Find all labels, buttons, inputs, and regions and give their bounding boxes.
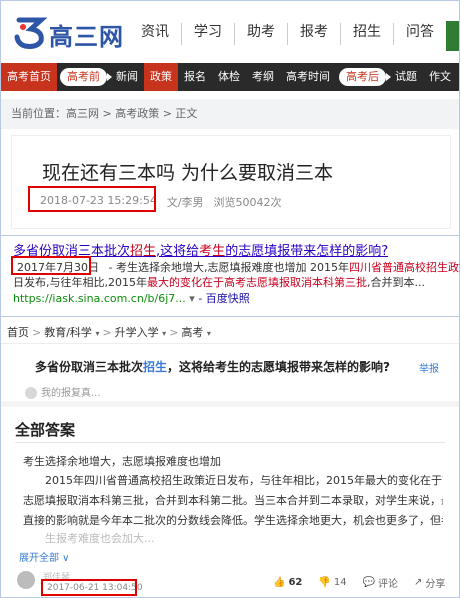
channel-group-after[interactable]: 高考后 xyxy=(339,68,391,86)
channel-policy[interactable]: 政策 xyxy=(144,63,178,91)
crumb-home[interactable]: 首页 xyxy=(7,326,29,339)
top-nav-item[interactable]: 问答 xyxy=(394,23,446,45)
thumbs-up-icon: 👍 xyxy=(273,577,286,588)
like-button[interactable]: 👍 62 xyxy=(273,575,302,590)
site-header: 高三网 资讯 学习 助考 报考 招生 问答 试 xyxy=(1,1,459,61)
chevron-down-icon[interactable]: ▾ xyxy=(162,329,166,338)
top-nav-item[interactable]: 助考 xyxy=(235,23,288,45)
expand-all-button[interactable]: 展开全部 ∨ xyxy=(19,549,70,564)
chevron-down-icon[interactable]: ▾ xyxy=(95,329,99,338)
screenshot-collage: 高三网 资讯 学习 助考 报考 招生 问答 试 高考首页 高考前 新闻 政策 报… xyxy=(0,0,460,598)
channel-exam-time[interactable]: 高考时间 xyxy=(280,63,336,91)
top-nav-item[interactable]: 学习 xyxy=(182,23,235,45)
top-nav-item[interactable]: 资讯 xyxy=(129,23,182,45)
article-author: 文/李男 xyxy=(166,196,204,209)
divider xyxy=(15,442,445,443)
highlight-box-result-date xyxy=(11,256,91,275)
channel-papers[interactable]: 试题 xyxy=(389,63,423,91)
search-result-url-line: https://iask.sina.com.cn/b/6j7... ▾ - 百度… xyxy=(13,291,250,306)
answer-line-faded: 生报考难度也会加大... xyxy=(23,532,155,545)
avatar xyxy=(25,387,37,399)
channel-home[interactable]: 高考首页 xyxy=(1,63,57,91)
site-logo-text: 高三网 xyxy=(49,23,124,51)
my-answer-line[interactable]: 我的报复真... xyxy=(25,384,101,399)
thumbs-down-icon: 👎 xyxy=(318,577,331,588)
report-link[interactable]: 举报 xyxy=(419,360,439,375)
search-result-panel: 多省份取消三本批次招生,这将给考生的志愿填报带来怎样的影响? 2017年7月30… xyxy=(1,235,460,313)
channel-nav: 高考首页 高考前 新闻 政策 报名 体检 考纲 高考时间 高考后 试题 作文 xyxy=(1,63,459,91)
answer-lead: 考生选择余地增大，志愿填报难度也增加 xyxy=(23,455,221,468)
crumb-admission[interactable]: 升学入学 xyxy=(115,326,159,339)
gaosan-article-panel: 高三网 资讯 学习 助考 报考 招生 问答 试 高考首页 高考前 新闻 政策 报… xyxy=(1,1,459,233)
share-button[interactable]: ↗ 分享 xyxy=(414,575,445,590)
question-title: 多省份取消三本批次招生，这将给考生的志愿填报带来怎样的影响? xyxy=(35,360,390,374)
answer-line: 直接的影响就是今年本二批次的分数线会降低。学生选择余地更大，机会也更多了，但考 xyxy=(23,514,443,527)
question-card: 多省份取消三本批次招生，这将给考生的志愿填报带来怎样的影响? 举报 我的报复真.… xyxy=(1,343,459,407)
article-views: 浏览50042次 xyxy=(213,196,282,209)
answer-line: 2015年四川省普通高校招生政策近日发布，与往年相比，2015年最大的变化在于高… xyxy=(23,474,443,487)
top-nav-item[interactable]: 招生 xyxy=(341,23,394,45)
comment-icon: 💬 xyxy=(362,577,376,588)
answer-actions: 👍 62 👎 14 💬 评论 ↗ 分享 xyxy=(273,575,445,590)
dislike-button[interactable]: 👎 14 xyxy=(318,575,346,590)
article-title: 现在还有三本吗 为什么要取消三本 xyxy=(42,162,334,184)
site-logo[interactable]: 高三网 xyxy=(13,15,125,51)
url-dropdown-icon[interactable]: ▾ xyxy=(189,292,195,305)
top-nav: 资讯 学习 助考 报考 招生 问答 xyxy=(129,23,446,45)
share-icon: ↗ xyxy=(414,577,423,588)
crumb-education[interactable]: 教育/科学 xyxy=(44,326,92,339)
channel-syllabus[interactable]: 考纲 xyxy=(246,63,280,91)
comment-button[interactable]: 💬 评论 xyxy=(363,575,398,590)
gaosan-logo-icon xyxy=(14,17,47,49)
zhidao-answer-panel: 首页 > 教育/科学 ▾ > 升学入学 ▾ > 高考 ▾ 多省份取消三本批次招生，这将给考生… xyxy=(1,316,459,597)
answer-line: 志愿填报取消本科第三批，合并到本科第二批。当三本合并到二本录取，对学生来说，最 xyxy=(23,494,443,507)
channel-signup[interactable]: 报名 xyxy=(178,63,212,91)
article-header-card: 现在还有三本吗 为什么要取消三本 2018-07-23 15:29:54 文/李… xyxy=(11,135,451,229)
search-result-snippet-line-2: 日发布,与往年相比,2015年最大的变化在于高考志愿填报取消本科第三批,合并到本… xyxy=(13,276,425,289)
channel-group-before[interactable]: 高考前 xyxy=(60,68,112,86)
channel-news[interactable]: 新闻 xyxy=(110,63,144,91)
channel-physical[interactable]: 体检 xyxy=(212,63,246,91)
channel-essay[interactable]: 作文 xyxy=(423,63,457,91)
highlight-box-answer-time xyxy=(41,579,137,596)
highlight-box-article-date xyxy=(28,186,156,212)
chevron-down-icon[interactable]: ▾ xyxy=(207,329,211,338)
top-nav-item[interactable]: 报考 xyxy=(288,23,341,45)
edge-banner-text: 试 xyxy=(447,42,455,51)
answerer-avatar[interactable] xyxy=(17,571,35,589)
breadcrumb: 当前位置：高三网 > 高考政策 > 正文 xyxy=(1,99,459,129)
snapshot-link[interactable]: - 百度快照 xyxy=(198,292,249,305)
all-answers-heading: 全部答案 xyxy=(15,421,76,439)
search-result-url[interactable]: https://iask.sina.com.cn/b/6j7... xyxy=(13,292,186,305)
crumb-gaokao[interactable]: 高考 xyxy=(181,326,203,339)
zhidao-breadcrumb: 首页 > 教育/科学 ▾ > 升学入学 ▾ > 高考 ▾ xyxy=(7,326,211,339)
